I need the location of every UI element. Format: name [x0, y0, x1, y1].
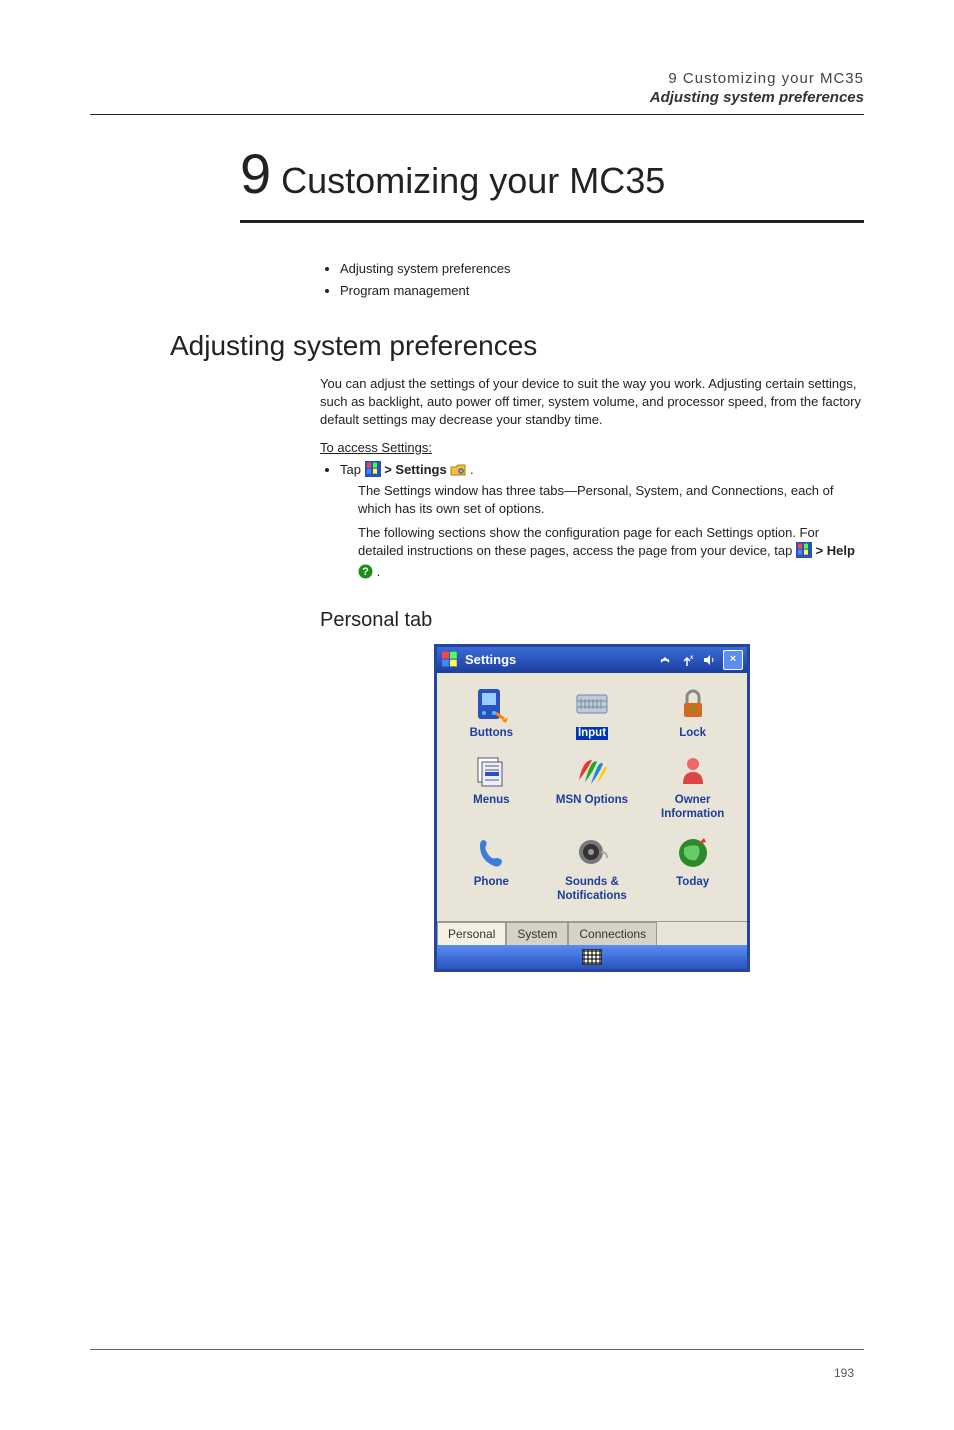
item-label: Lock — [679, 727, 706, 741]
settings-item-today[interactable]: Today — [644, 832, 741, 906]
device-screenshot: Settings x × — [434, 644, 750, 973]
chapter-title-text: Customizing your MC35 — [281, 160, 665, 202]
step-text-lead: Tap — [340, 462, 365, 477]
today-icon — [674, 834, 712, 872]
tab-system[interactable]: System — [506, 922, 568, 945]
svg-text:x: x — [690, 655, 694, 661]
msn-icon — [573, 752, 611, 790]
buttons-icon — [472, 685, 510, 723]
step-text-end: . — [470, 462, 474, 477]
procedure-heading: To access Settings: — [320, 440, 864, 455]
phone-icon — [472, 834, 510, 872]
rule-under-title — [240, 220, 864, 223]
section-heading: Adjusting system preferences — [170, 330, 864, 362]
item-label: Sounds & Notifications — [546, 876, 639, 904]
settings-item-owner[interactable]: Owner Information — [644, 750, 741, 824]
step-sub-c: . — [377, 564, 381, 579]
toc-item: Adjusting system preferences — [340, 259, 864, 279]
close-button[interactable]: × — [723, 650, 743, 670]
owner-icon — [674, 752, 712, 790]
step-text-mid: > Settings — [384, 462, 450, 477]
keyboard-icon[interactable] — [582, 949, 602, 965]
item-label: Phone — [474, 876, 509, 890]
connectivity-icon[interactable] — [657, 652, 673, 668]
device-titlebar: Settings x × — [437, 647, 747, 673]
section-paragraph: You can adjust the settings of your devi… — [320, 375, 864, 430]
help-icon: ? — [358, 564, 373, 584]
settings-item-input[interactable]: Input — [544, 683, 641, 743]
device-title: Settings — [465, 652, 651, 667]
input-icon — [573, 685, 611, 723]
step-subtext: The Settings window has three tabs—Perso… — [358, 482, 864, 518]
subsection-heading: Personal tab — [320, 609, 864, 632]
sip-bar — [437, 945, 747, 969]
item-label: Owner Information — [646, 794, 739, 822]
svg-text:?: ? — [362, 566, 369, 578]
rule-top — [90, 114, 864, 115]
running-subhead: Adjusting system preferences — [90, 89, 864, 106]
step-subtext: The following sections show the configur… — [358, 524, 864, 585]
procedure-step: Tap > Settings — [340, 461, 864, 585]
start-flag-icon — [796, 542, 812, 563]
toc-item: Program management — [340, 281, 864, 301]
item-label: MSN Options — [556, 794, 628, 808]
chapter-number: 9 — [240, 141, 271, 206]
volume-icon[interactable] — [701, 652, 717, 668]
menus-icon — [472, 752, 510, 790]
start-flag-icon[interactable] — [441, 651, 459, 669]
item-label: Input — [576, 727, 608, 741]
settings-grid: Buttons In — [437, 673, 747, 922]
chapter-title: 9 Customizing your MC35 — [90, 141, 864, 206]
settings-item-phone[interactable]: Phone — [443, 832, 540, 906]
tab-connections[interactable]: Connections — [568, 922, 657, 945]
settings-folder-icon — [450, 463, 466, 480]
settings-item-menus[interactable]: Menus — [443, 750, 540, 824]
settings-item-sounds[interactable]: Sounds & Notifications — [544, 832, 641, 906]
settings-item-msn[interactable]: MSN Options — [544, 750, 641, 824]
tab-personal[interactable]: Personal — [437, 922, 506, 945]
step-sub-a: The following sections show the configur… — [358, 525, 819, 558]
step-sub-b: > Help — [816, 543, 855, 558]
chapter-toc: Adjusting system preferences Program man… — [320, 259, 864, 300]
item-label: Today — [676, 876, 709, 890]
running-head: 9 Customizing your MC35 — [90, 70, 864, 87]
device-tabs: Personal System Connections — [437, 921, 747, 945]
settings-item-lock[interactable]: Lock — [644, 683, 741, 743]
item-label: Buttons — [470, 727, 513, 741]
item-label: Menus — [473, 794, 509, 808]
signal-icon[interactable]: x — [679, 652, 695, 668]
page-number: 193 — [834, 1366, 854, 1380]
lock-icon — [674, 685, 712, 723]
rule-bottom — [90, 1349, 864, 1350]
sounds-icon — [573, 834, 611, 872]
settings-item-buttons[interactable]: Buttons — [443, 683, 540, 743]
start-flag-icon — [365, 461, 381, 480]
